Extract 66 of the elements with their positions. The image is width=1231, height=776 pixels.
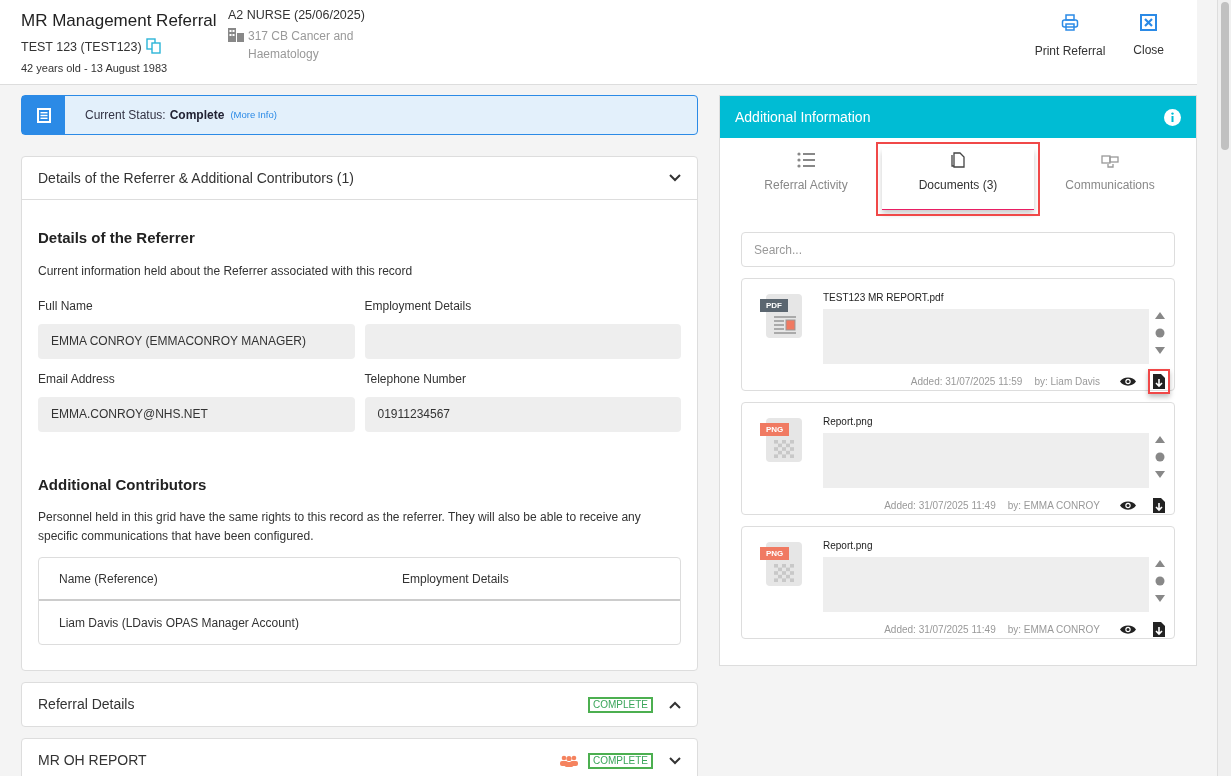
checker-pattern-drawing <box>774 440 794 458</box>
scrollbar[interactable] <box>1217 0 1231 776</box>
field-label: Employment Details <box>364 297 473 315</box>
search-field[interactable]: Search... <box>741 232 1175 267</box>
checker-pattern-drawing <box>774 564 794 582</box>
status-badge: COMPLETE <box>588 752 653 769</box>
eye-icon[interactable] <box>1120 376 1136 387</box>
status-value: Complete <box>169 107 225 124</box>
chevron-down-icon[interactable] <box>669 174 681 182</box>
panel-tab[interactable]: Documents (3) <box>882 148 1034 210</box>
patient-name: TEST 123 (TEST123) <box>21 38 142 56</box>
description-text: Personnel held in this grid have the same rights to this record as the referrer. They will also be able to receive any specific communications that have been configured. <box>38 509 642 545</box>
read-only-field: EMMA.CONROY@NHS.NET <box>38 396 355 432</box>
print-button[interactable]: Print Referral <box>1034 14 1106 84</box>
field-label: Telephone Number <box>364 370 467 388</box>
read-only-field: 01911234567 <box>364 396 681 432</box>
chevron-up-icon[interactable] <box>669 700 681 709</box>
description-text: Current information held about the Referrer associated with this record <box>38 262 414 280</box>
added-date: Added: 31/07/2025 11:49 <box>884 623 996 637</box>
chevron-down-icon[interactable] <box>669 756 681 765</box>
added-by: by: EMMA CONROY <box>1007 623 1100 637</box>
eye-icon[interactable] <box>1120 500 1136 511</box>
close-button[interactable]: Close <box>1133 14 1164 84</box>
file-name: TEST123 MR REPORT.pdf <box>823 291 945 305</box>
document-lines-icon <box>36 107 51 123</box>
download-icon <box>1152 497 1166 514</box>
panel-title: Additional Information <box>735 107 871 127</box>
read-only-field: EMMA CONROY (EMMACONROY MANAGER) <box>38 323 355 359</box>
section-title: MR OH REPORT <box>38 751 148 770</box>
subsection-heading: Details of the Referrer <box>38 228 196 248</box>
exchange-icon <box>1101 152 1119 168</box>
download-icon <box>1152 373 1166 390</box>
added-date: Added: 31/07/2025 11:49 <box>884 499 996 513</box>
age-dob-text: 42 years old - 13 August 1983 <box>21 61 169 77</box>
eye-icon[interactable] <box>1120 624 1136 635</box>
added-by: by: EMMA CONROY <box>1007 499 1100 513</box>
status-badge: COMPLETE <box>588 696 653 713</box>
file-name: Report.png <box>823 415 874 429</box>
building-icon <box>228 28 244 42</box>
status-label: Current Status: <box>85 107 166 124</box>
field-label: Full Name <box>38 297 94 315</box>
section-title: Referral Details <box>38 695 136 714</box>
close-icon <box>1140 14 1158 31</box>
download-button[interactable] <box>1148 369 1170 394</box>
page-title: MR Management Referral <box>21 10 218 32</box>
table-cell-text: Liam Davis (LDavis OPAS Manager Account) <box>59 614 300 632</box>
field-label: Email Address <box>38 370 116 388</box>
file-name: Report.png <box>823 539 874 553</box>
documents-icon <box>951 152 965 168</box>
file-type-label: PNG <box>760 547 790 560</box>
role-text: A2 NURSE (25/06/2025) <box>228 8 366 23</box>
subsection-heading: Additional Contributors <box>38 474 208 495</box>
list-icon <box>797 152 815 168</box>
column-header: Name (Reference) <box>59 570 159 588</box>
department-text: 317 CB Cancer and Haematology <box>248 28 355 63</box>
section-title: Details of the Referrer & Additional Contributors (1) <box>38 168 354 188</box>
download-icon <box>1152 621 1166 638</box>
document-lines-drawing <box>774 316 796 334</box>
file-type-label: PDF <box>760 299 788 312</box>
panel-tab[interactable]: Communications <box>1034 148 1186 210</box>
added-date: Added: 31/07/2025 11:59 <box>910 375 1023 389</box>
column-header: Employment Details <box>402 570 510 588</box>
panel-tab[interactable]: Referral Activity <box>730 148 882 210</box>
printer-icon <box>1060 14 1079 32</box>
added-by: by: Liam Davis <box>1034 375 1100 389</box>
file-type-label: PNG <box>760 423 790 436</box>
